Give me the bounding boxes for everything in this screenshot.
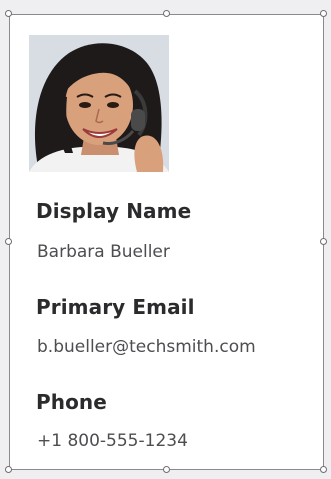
resize-handle-bottom-left[interactable] — [5, 466, 12, 473]
avatar — [29, 35, 169, 172]
avatar-photo — [29, 35, 169, 172]
contact-card-canvas: Display Name Barbara Bueller Primary Ema… — [0, 0, 331, 479]
primary-email-label: Primary Email — [36, 295, 195, 319]
resize-handle-top-right[interactable] — [320, 10, 327, 17]
display-name-label: Display Name — [36, 199, 192, 223]
resize-handle-bottom-middle[interactable] — [163, 466, 170, 473]
resize-handle-middle-left[interactable] — [5, 238, 12, 245]
resize-handle-top-left[interactable] — [5, 10, 12, 17]
resize-handle-middle-right[interactable] — [320, 238, 327, 245]
resize-handle-top-middle[interactable] — [163, 10, 170, 17]
phone-value: +1 800-555-1234 — [37, 431, 188, 451]
resize-handle-bottom-right[interactable] — [320, 466, 327, 473]
primary-email-value: b.bueller@techsmith.com — [37, 337, 256, 357]
phone-label: Phone — [36, 390, 107, 414]
display-name-value: Barbara Bueller — [37, 242, 170, 262]
